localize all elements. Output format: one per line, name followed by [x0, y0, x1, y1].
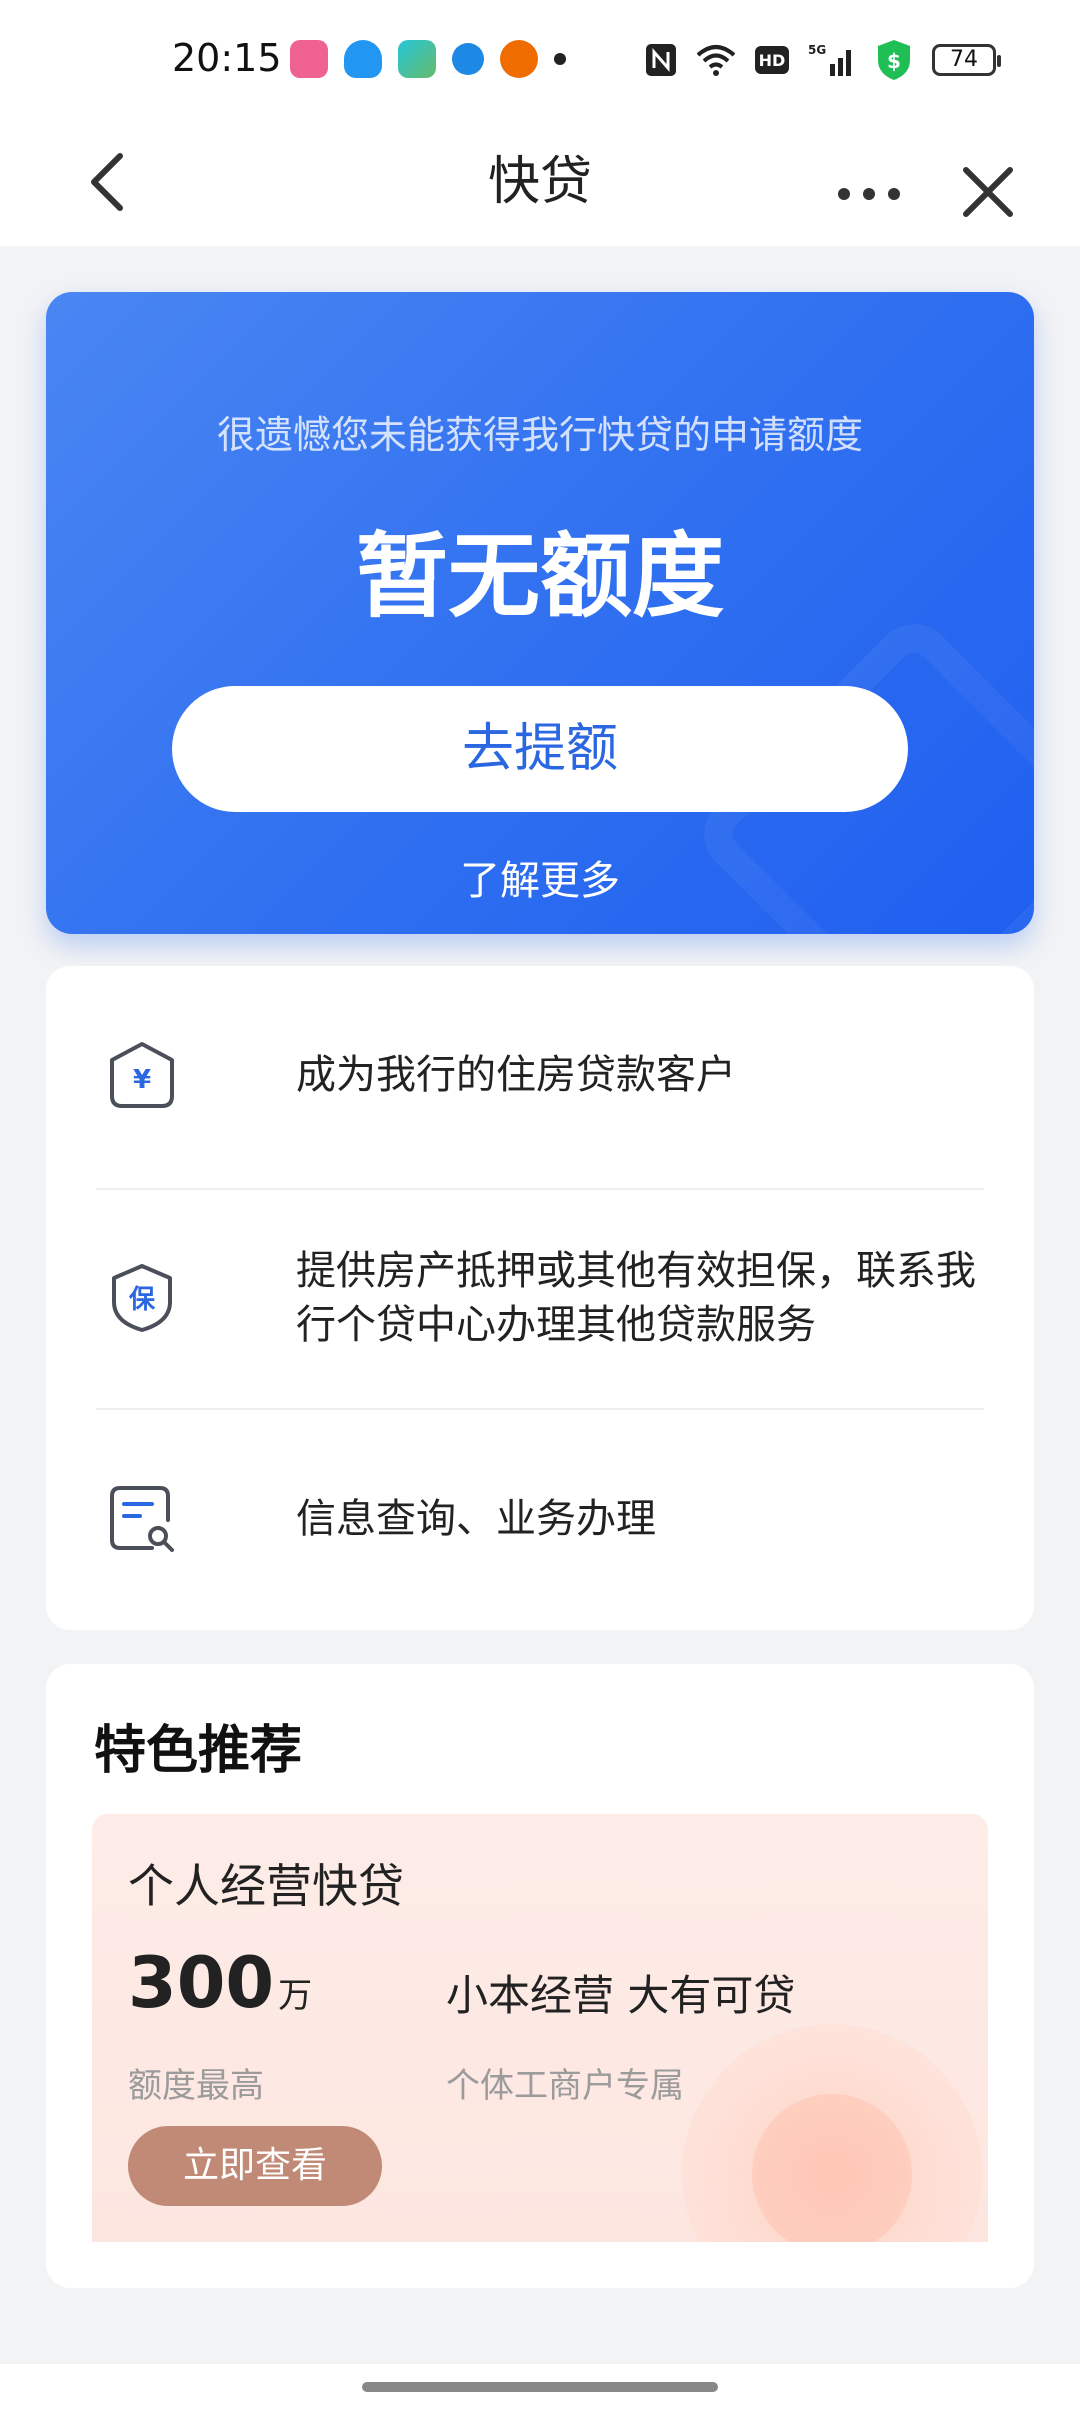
- page-title: 快贷: [487, 152, 592, 212]
- coin-decoration-inner: [752, 2094, 912, 2242]
- svg-text:$: $: [887, 49, 901, 73]
- document-search-icon: [110, 1486, 174, 1552]
- hd-icon: HD: [755, 46, 789, 74]
- raise-limit-button[interactable]: 去提额: [172, 686, 908, 812]
- amount-unit: 万: [278, 1976, 313, 2016]
- yuan-house-icon: ¥: [110, 1042, 174, 1108]
- tencent-video-icon: [398, 40, 436, 78]
- guarantee-shield-icon: 保: [112, 1264, 172, 1332]
- option-text: 提供房产抵押或其他有效担保，联系我行个贷中心办理其他贷款服务: [296, 1248, 976, 1348]
- product-card[interactable]: 个人经营快贷 300 万 额度最高 小本经营 大有可贷 个体工商户专属 立即查看: [92, 1814, 988, 2242]
- home-indicator[interactable]: [362, 2382, 718, 2392]
- credit-status-title: 暂无额度: [355, 523, 724, 630]
- status-bar: 20:15 HD 5G $ 74: [0, 0, 1080, 120]
- option-text: 成为我行的住房贷款客户: [296, 1052, 736, 1098]
- product-audience: 个体工商户专属: [446, 2066, 684, 2106]
- learn-more-link[interactable]: 了解更多: [46, 848, 1034, 906]
- list-item-housing-loan[interactable]: ¥ 成为我行的住房贷款客户: [46, 966, 1034, 1186]
- view-now-button[interactable]: 立即查看: [128, 2126, 382, 2206]
- close-icon[interactable]: [958, 142, 1018, 222]
- credit-status-subtitle: 很遗憾您未能获得我行快贷的申请额度: [216, 413, 863, 457]
- nav-header: 快贷: [0, 120, 1080, 246]
- product-slogan: 小本经营 大有可贷: [446, 1971, 796, 2020]
- product-max-amount: 300 万: [128, 1942, 312, 2024]
- amount-label: 额度最高: [128, 2066, 264, 2106]
- pumpkin-app-icon: [500, 40, 538, 78]
- suggestion-list: ¥ 成为我行的住房贷款客户 保 提供房产抵押或其他有效担保，联系我行个贷中心办理…: [46, 966, 1034, 1630]
- featured-recommendation: 特色推荐 个人经营快贷 300 万 额度最高 小本经营 大有可贷 个体工商户专属 …: [46, 1664, 1034, 2288]
- qq-icon: [344, 40, 382, 78]
- svg-text:HD: HD: [759, 51, 786, 70]
- option-text: 信息查询、业务办理: [296, 1496, 656, 1542]
- notification-icons: [290, 40, 566, 78]
- section-title: 特色推荐: [94, 1721, 303, 1781]
- security-shield-icon: $: [878, 40, 910, 80]
- product-name: 个人经营快贷: [128, 1859, 404, 1913]
- browser-icon: [452, 43, 484, 75]
- wifi-icon: [696, 45, 736, 76]
- list-item-guarantee[interactable]: 保 提供房产抵押或其他有效担保，联系我行个贷中心办理其他贷款服务: [46, 1190, 1034, 1406]
- svg-text:保: 保: [128, 1285, 156, 1315]
- amount-value: 300: [128, 1942, 275, 2024]
- 5g-signal-icon: 5G: [808, 43, 851, 76]
- bilibili-app-icon: [290, 40, 328, 78]
- battery-icon: 74: [932, 44, 1001, 76]
- more-options-icon[interactable]: [834, 142, 904, 222]
- nfc-icon: [646, 44, 676, 76]
- dot-icon: [554, 53, 566, 65]
- status-time: 20:15: [172, 36, 282, 80]
- system-icons: HD 5G $ 74: [644, 38, 1001, 82]
- svg-text:¥: ¥: [133, 1065, 151, 1095]
- list-item-inquiry[interactable]: 信息查询、业务办理: [46, 1410, 1034, 1630]
- credit-status-card: 很遗憾您未能获得我行快贷的申请额度 暂无额度 去提额 了解更多: [46, 292, 1034, 934]
- svg-text:5G: 5G: [808, 43, 826, 57]
